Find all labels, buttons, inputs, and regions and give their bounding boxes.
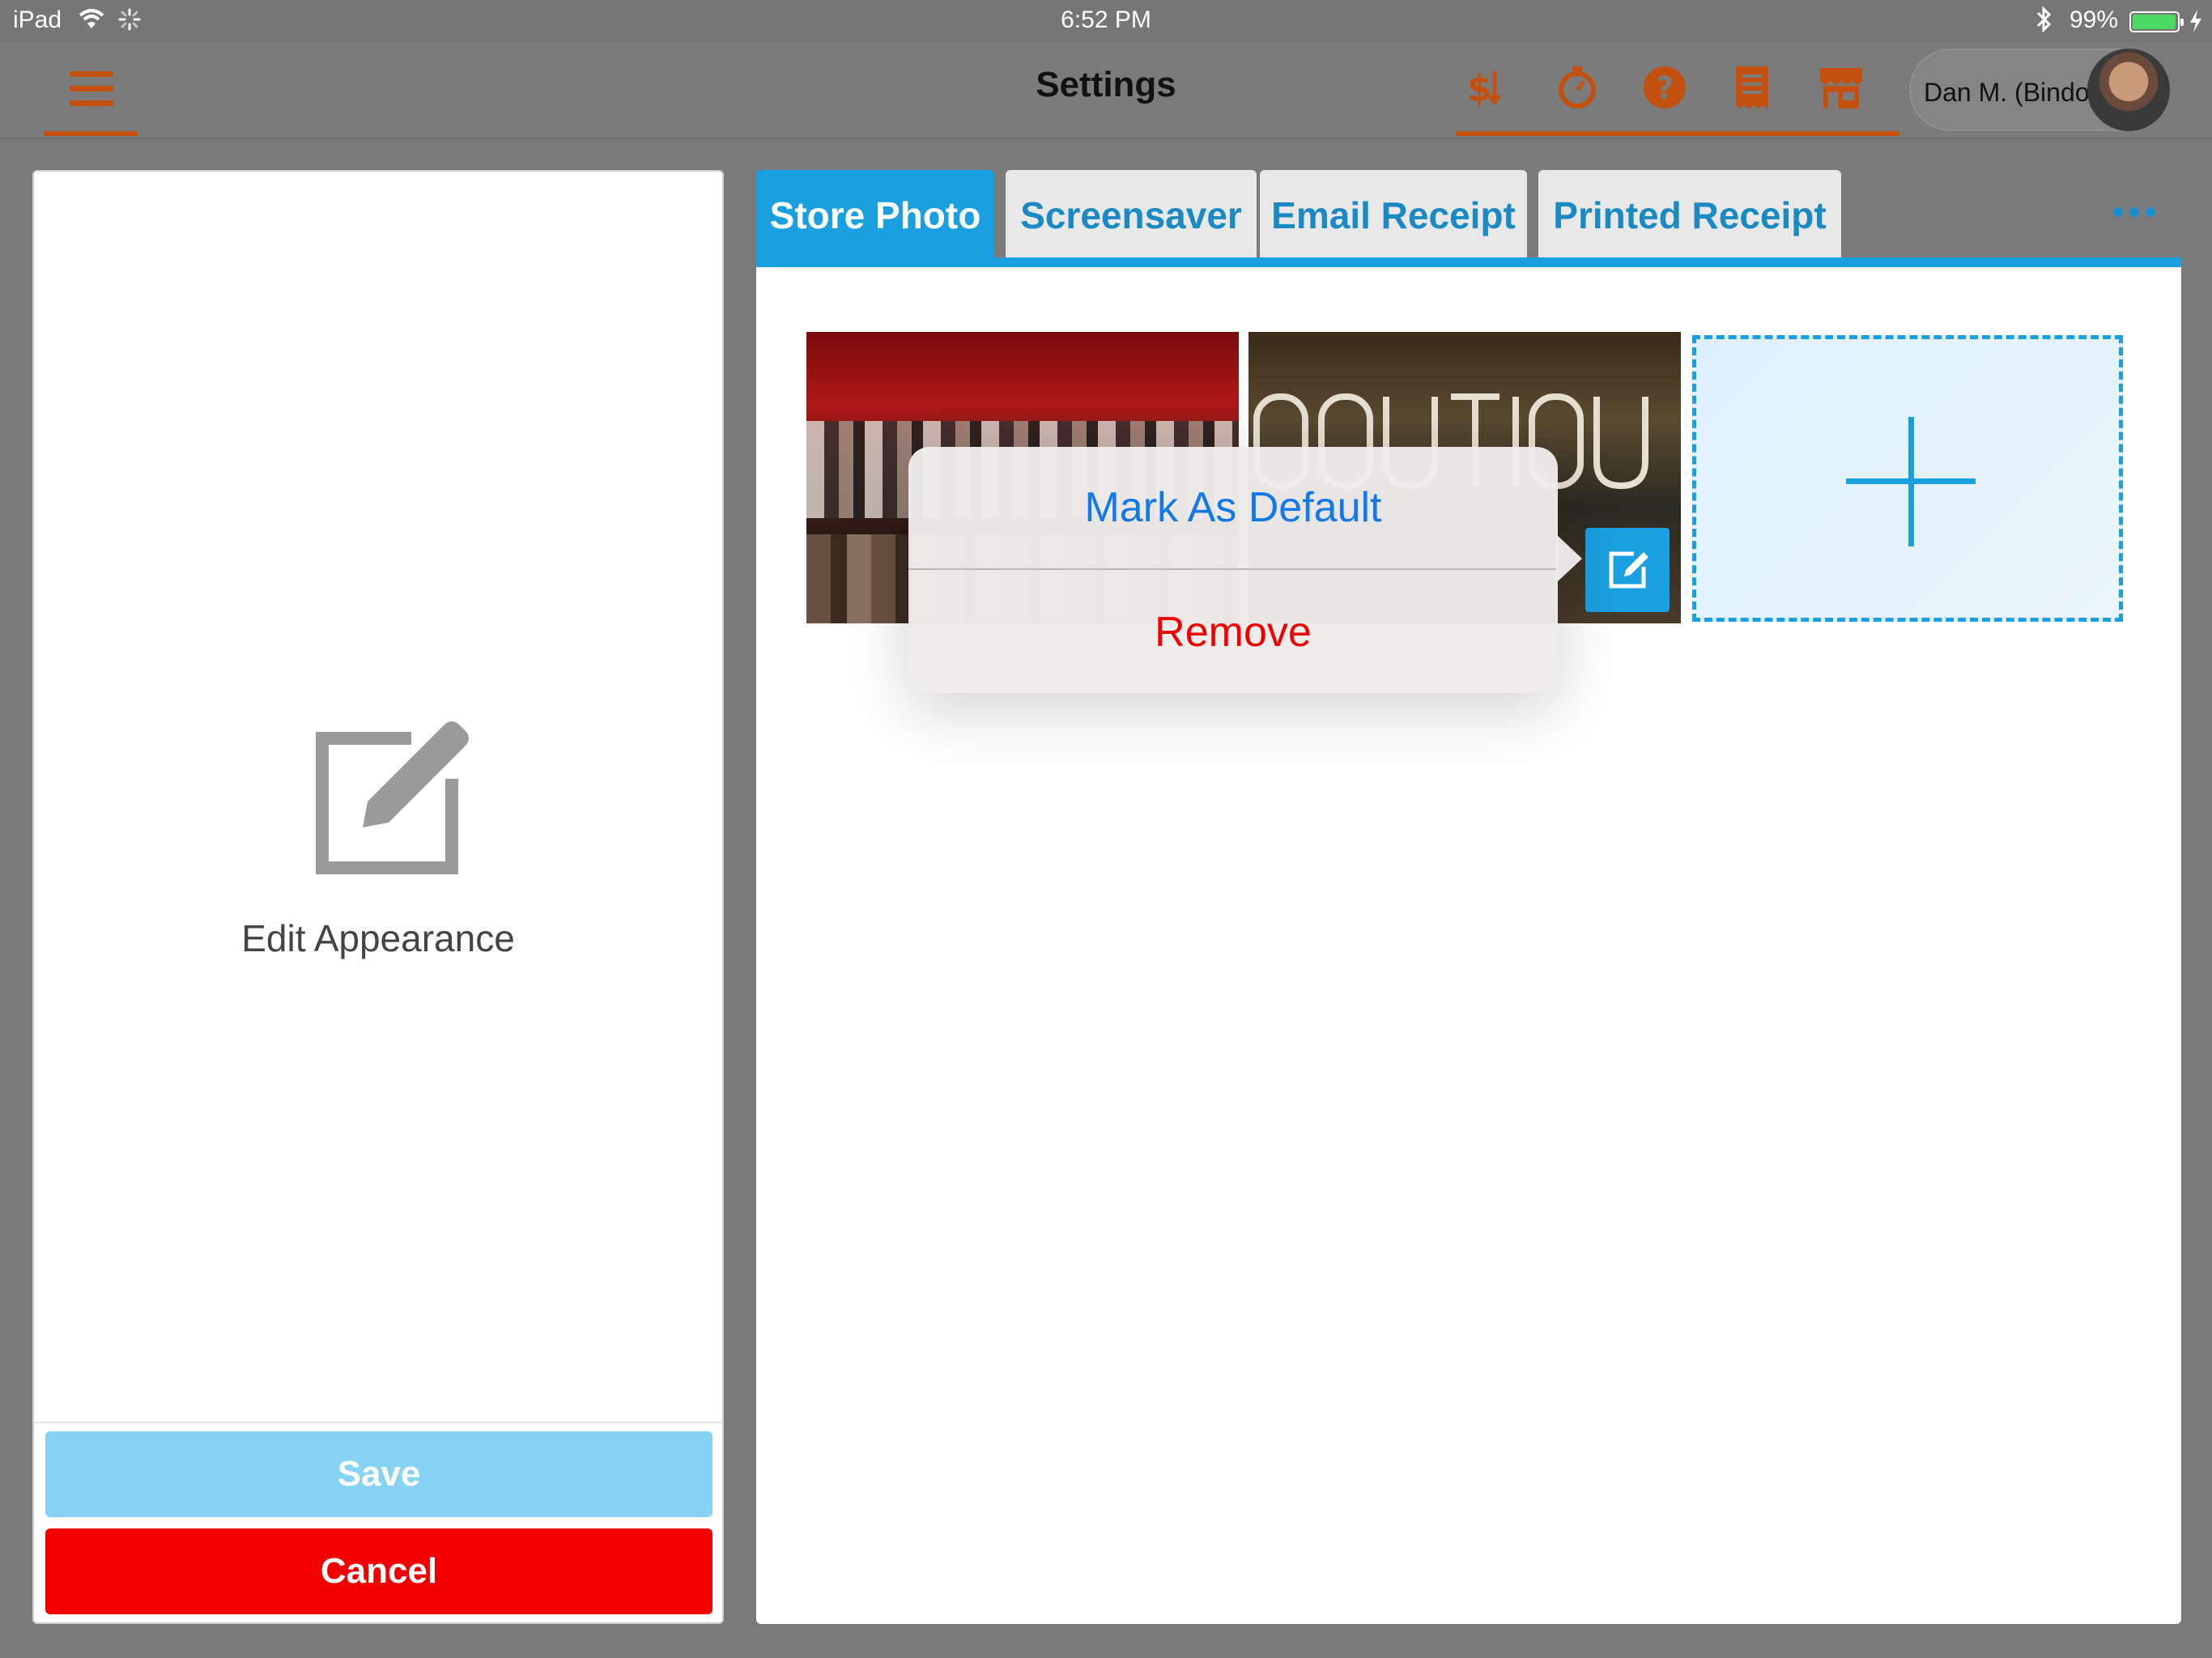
- charging-icon: [2190, 10, 2201, 32]
- svg-text:$: $: [1467, 68, 1492, 109]
- save-button[interactable]: Save: [45, 1431, 713, 1517]
- mark-as-default-button[interactable]: Mark As Default: [908, 483, 1558, 533]
- edit-appearance-label: Edit Appearance: [241, 917, 515, 959]
- status-bar: iPad 6:52 PM 99%: [0, 0, 2212, 42]
- battery-level: [2133, 15, 2176, 29]
- more-options-icon[interactable]: [2113, 202, 2162, 222]
- price-sort-icon[interactable]: $: [1464, 65, 1509, 110]
- edit-appearance-panel: Edit Appearance Save Cancel: [32, 170, 724, 1624]
- clock: 6:52 PM: [1061, 6, 1151, 33]
- user-name: Dan M. (Bindo): [1924, 78, 2099, 107]
- plus-icon-stroke: [1908, 417, 1914, 546]
- bluetooth-icon: [2036, 6, 2052, 33]
- help-icon[interactable]: ?: [1642, 65, 1687, 110]
- settings-tabs: Store Photo Screensaver Email Receipt Pr…: [756, 170, 2181, 267]
- tab-screensaver[interactable]: Screensaver: [1006, 170, 1257, 261]
- battery-percent: 99%: [2069, 6, 2119, 33]
- edit-icon: [1609, 551, 1648, 589]
- tab-store-photo[interactable]: Store Photo: [756, 170, 994, 261]
- battery-icon: [2129, 11, 2184, 32]
- edit-icon: [316, 721, 469, 874]
- divider: [34, 1422, 722, 1423]
- store-icon[interactable]: [1819, 65, 1864, 110]
- edit-photo-button[interactable]: [1585, 528, 1670, 612]
- svg-text:?: ?: [1656, 70, 1674, 106]
- nav-bar: Settings $ ? Dan M. (Bindo): [0, 42, 2212, 139]
- cancel-button[interactable]: Cancel: [45, 1528, 713, 1614]
- tab-email-receipt[interactable]: Email Receipt: [1260, 170, 1527, 261]
- popover-arrow: [1556, 534, 1582, 583]
- receipt-icon[interactable]: [1729, 65, 1775, 110]
- photo-options-popover: Mark As Default Remove: [908, 447, 1558, 693]
- timer-icon[interactable]: [1555, 65, 1600, 110]
- avatar: [2087, 49, 2170, 131]
- remove-button[interactable]: Remove: [908, 607, 1558, 657]
- add-photo-button[interactable]: [1692, 335, 2123, 622]
- tab-underline: [756, 257, 2181, 267]
- nav-action-group: $ ?: [1456, 42, 1899, 136]
- user-account-button[interactable]: Dan M. (Bindo): [1909, 49, 2170, 131]
- tab-printed-receipt[interactable]: Printed Receipt: [1538, 170, 1841, 261]
- divider: [908, 568, 1558, 570]
